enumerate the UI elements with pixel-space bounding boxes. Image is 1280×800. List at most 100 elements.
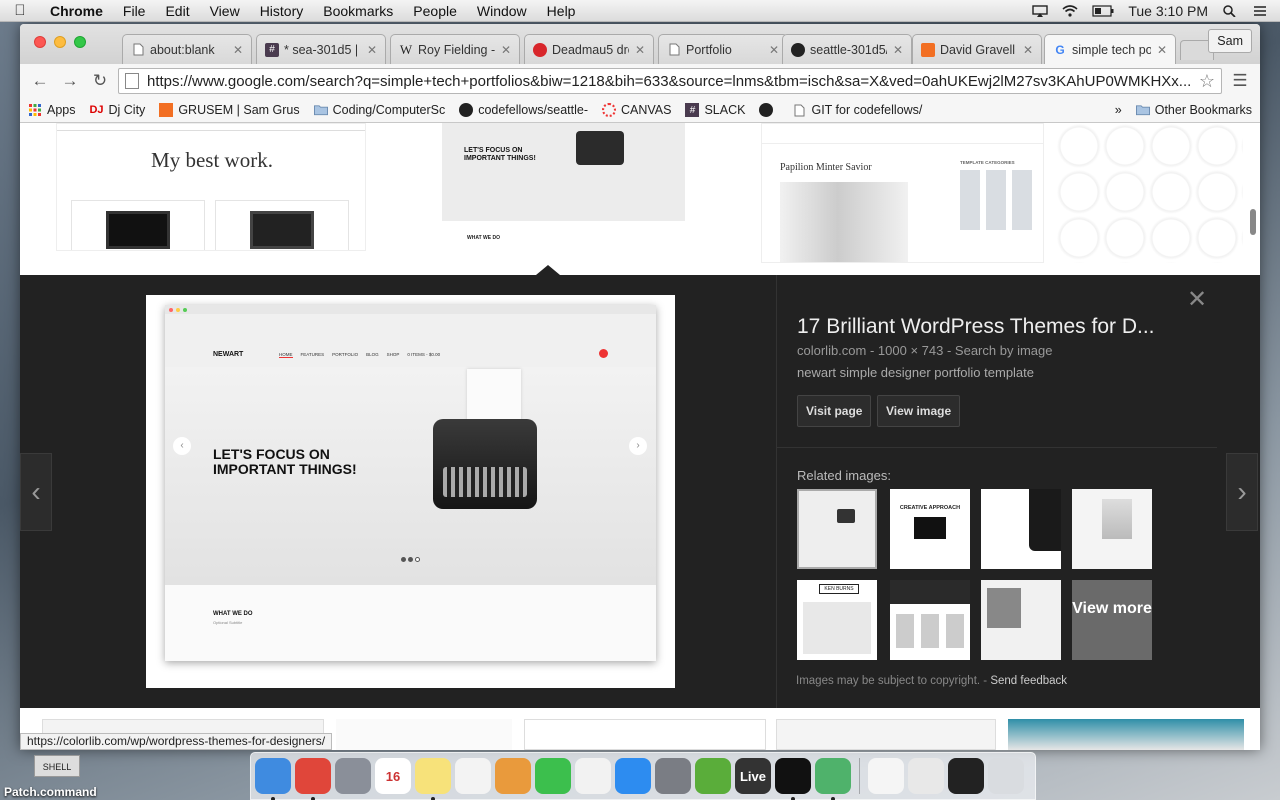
result-thumbnail-4[interactable] [1056, 123, 1243, 263]
visit-page-button[interactable]: Visit page [797, 395, 872, 427]
result-thumbnail-9[interactable] [1008, 719, 1244, 750]
patch-command-file-label[interactable]: Patch.command [4, 785, 97, 799]
close-window-button[interactable] [34, 36, 46, 48]
tab-wikipedia[interactable]: W Roy Fielding - W ✕ [390, 34, 520, 64]
close-preview-icon[interactable]: ✕ [1187, 285, 1207, 314]
bookmark-canvas[interactable]: CANVAS [601, 103, 671, 117]
photos-icon[interactable] [495, 758, 531, 794]
bookmark-apps[interactable]: Apps [28, 103, 76, 117]
view-more-related-button[interactable]: View more [1072, 580, 1152, 660]
wifi-icon[interactable] [1062, 4, 1078, 17]
notes-icon[interactable] [415, 758, 451, 800]
facetime-icon[interactable] [535, 758, 571, 794]
menu-people[interactable]: People [403, 3, 467, 19]
previous-image-button[interactable]: ‹ [20, 453, 52, 531]
search-by-image-link[interactable]: Search by image [955, 343, 1053, 358]
menu-window[interactable]: Window [467, 3, 537, 19]
close-tab-icon[interactable]: ✕ [501, 43, 511, 57]
view-image-button[interactable]: View image [877, 395, 961, 427]
apple-menu-icon[interactable]:  [0, 2, 40, 19]
document-stack-icon[interactable] [908, 758, 944, 794]
trash-icon[interactable] [988, 758, 1024, 794]
result-thumbnail-1[interactable]: My best work. [56, 123, 366, 251]
torrent-file-icon[interactable] [868, 758, 904, 794]
app-store-icon[interactable] [615, 758, 651, 794]
address-bar[interactable]: https://www.google.com/search?q=simple+t… [118, 68, 1222, 94]
menu-app-chrome[interactable]: Chrome [40, 3, 113, 19]
result-thumbnail-2-selected[interactable]: LET'S FOCUS ON IMPORTANT THINGS! WHAT WE… [433, 123, 694, 263]
send-feedback-link[interactable]: Send feedback [990, 675, 1067, 687]
close-tab-icon[interactable]: ✕ [233, 43, 243, 57]
tab-google-images[interactable]: G simple tech po ✕ [1044, 34, 1176, 64]
close-tab-icon[interactable]: ✕ [1023, 43, 1033, 57]
image-title[interactable]: 17 Brilliant WordPress Themes for D... [797, 315, 1155, 339]
chrome-icon[interactable] [295, 758, 331, 800]
bookmark-git-codefellows[interactable]: GIT for codefellows/ [792, 103, 922, 117]
forward-arrow-icon[interactable]: → [58, 69, 82, 93]
ableton-live-icon[interactable]: Live [735, 758, 771, 794]
related-image[interactable] [981, 489, 1061, 569]
bookmark-grusem[interactable]: GRUSEM | Sam Grus [159, 103, 300, 117]
system-preferences-icon[interactable] [655, 758, 691, 794]
terminal-icon[interactable] [775, 758, 811, 800]
image-source[interactable]: colorlib.com [797, 343, 866, 358]
reminders-icon[interactable] [455, 758, 491, 794]
menubar-clock[interactable]: Tue 3:10 PM [1128, 3, 1208, 19]
close-tab-icon[interactable]: ✕ [769, 43, 779, 57]
reload-icon[interactable]: ↻ [88, 69, 112, 93]
menu-edit[interactable]: Edit [155, 3, 199, 19]
bookmark-star-icon[interactable]: ☆ [1199, 71, 1215, 92]
result-thumbnail-8[interactable] [776, 719, 996, 750]
result-thumbnail-7[interactable] [524, 719, 766, 750]
spotlight-search-icon[interactable] [1222, 4, 1238, 17]
result-thumbnail-6[interactable] [336, 719, 512, 750]
page-info-icon[interactable] [125, 73, 139, 89]
related-image[interactable]: CREATIVE APPROACH [890, 489, 970, 569]
close-tab-icon[interactable]: ✕ [367, 43, 377, 57]
menu-history[interactable]: History [250, 3, 314, 19]
result-thumbnail-3[interactable]: Papilion Minter Savior TEMPLATE CATEGORI… [761, 123, 1044, 263]
itunes-icon[interactable] [575, 758, 611, 794]
tab-deadmau5[interactable]: Deadmau5 drop ✕ [524, 34, 654, 64]
notification-center-icon[interactable] [1252, 5, 1268, 17]
atom-icon[interactable] [815, 758, 851, 800]
menu-help[interactable]: Help [537, 3, 586, 19]
preview-image[interactable]: NEWART HOME FEATURES PORTFOLIO BLOG SHOP… [146, 295, 675, 688]
tab-portfolio[interactable]: Portfolio ✕ [658, 34, 788, 64]
screen-recording-icon[interactable] [948, 758, 984, 794]
close-tab-icon[interactable]: ✕ [635, 43, 645, 57]
bookmarks-overflow-button[interactable]: » [1115, 103, 1122, 117]
bookmark-other[interactable]: Other Bookmarks [1135, 103, 1252, 117]
bookmark-slack[interactable]: # SLACK [685, 103, 745, 117]
related-image[interactable] [890, 580, 970, 660]
related-image[interactable] [981, 580, 1061, 660]
tab-github[interactable]: seattle-301d5/c ✕ [782, 34, 912, 64]
related-image[interactable] [1072, 489, 1152, 569]
shell-desktop-icon[interactable]: SHELL [34, 755, 80, 777]
chrome-menu-icon[interactable]: ☰ [1228, 69, 1252, 93]
minimize-window-button[interactable] [54, 36, 66, 48]
profile-button[interactable]: Sam [1208, 29, 1252, 53]
battery-icon[interactable] [1092, 4, 1114, 17]
bookmark-codefellows[interactable]: codefellows/seattle- [459, 103, 588, 117]
related-image[interactable] [797, 489, 877, 569]
menu-view[interactable]: View [200, 3, 250, 19]
utorrent-icon[interactable] [695, 758, 731, 794]
zoom-window-button[interactable] [74, 36, 86, 48]
related-image[interactable]: KEN BURNS [797, 580, 877, 660]
calendar-icon[interactable]: 16 [375, 758, 411, 794]
airplay-icon[interactable] [1032, 4, 1049, 17]
menu-file[interactable]: File [113, 3, 156, 19]
close-tab-icon[interactable]: ✕ [1157, 43, 1167, 57]
next-image-button[interactable]: › [1226, 453, 1258, 531]
tab-about-blank[interactable]: about:blank ✕ [122, 34, 252, 64]
launchpad-icon[interactable] [335, 758, 371, 794]
page-scrollbar-thumb[interactable] [1250, 209, 1256, 235]
bookmark-djcity[interactable]: DJ Dj City [89, 103, 145, 117]
menu-bookmarks[interactable]: Bookmarks [313, 3, 403, 19]
bookmark-github[interactable] [759, 103, 778, 117]
bookmark-folder-coding[interactable]: Coding/ComputerSc [313, 103, 445, 117]
close-tab-icon[interactable]: ✕ [893, 43, 903, 57]
tab-slack[interactable]: # * sea-301d5 | C ✕ [256, 34, 386, 64]
finder-icon[interactable] [255, 758, 291, 800]
